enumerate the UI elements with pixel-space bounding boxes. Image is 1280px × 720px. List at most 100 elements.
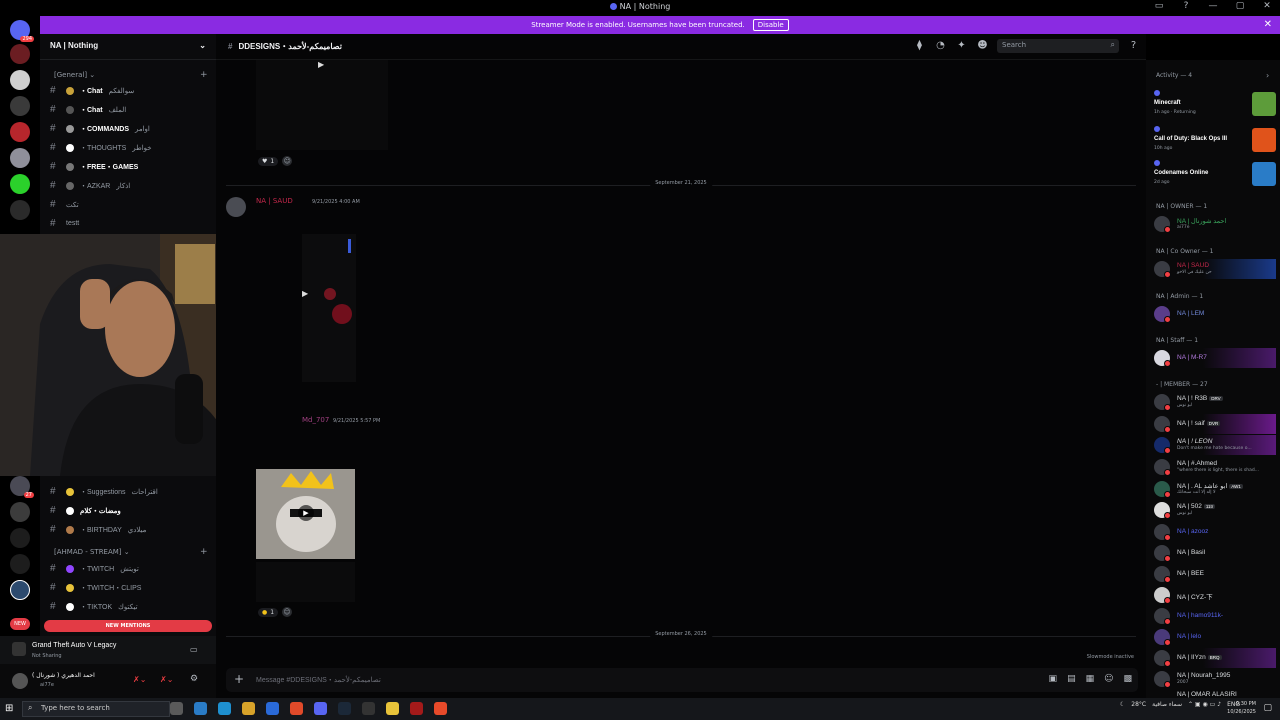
server-icon[interactable]: [10, 174, 30, 194]
member-item[interactable]: NA | 502 11tr ابو نوس: [1154, 500, 1276, 520]
edge-icon[interactable]: [218, 702, 231, 715]
app-icon[interactable]: [362, 702, 375, 715]
member-item[interactable]: NA | OMAR ALASIRI: [1154, 688, 1276, 698]
activity-card[interactable]: Codenames Online 2d ago: [1154, 160, 1276, 190]
add-channel-icon[interactable]: +: [200, 70, 208, 80]
member-item[interactable]: NA | SAUD حن عليك في الاخو: [1154, 259, 1276, 279]
message-author[interactable]: NA | SAUD: [256, 197, 293, 205]
member-item[interactable]: NA | ! saif DVR: [1154, 414, 1276, 434]
member-item[interactable]: NA | ! LEON Don't make me hate because o.…: [1154, 435, 1276, 455]
member-item[interactable]: NA | #.Ahmed "where there is light, there…: [1154, 457, 1276, 477]
channel-item[interactable]: # ・THOUGHTS خواطر: [50, 142, 152, 153]
threads-icon[interactable]: ⧫: [913, 40, 926, 53]
gif-icon[interactable]: ▤: [1067, 674, 1076, 684]
mute-icon[interactable]: ✗⌄: [133, 675, 146, 684]
activity-card[interactable]: Minecraft 1h ago · Returning: [1154, 90, 1276, 120]
task-view-icon[interactable]: [170, 702, 183, 715]
server-icon[interactable]: [10, 502, 30, 522]
member-item[interactable]: NA | hamo911k-: [1154, 606, 1276, 626]
play-icon[interactable]: ▶: [318, 60, 324, 69]
discord-icon[interactable]: [314, 702, 327, 715]
add-attachment-icon[interactable]: +: [234, 672, 244, 686]
bell-icon[interactable]: ◔: [934, 40, 947, 53]
activity-card[interactable]: Call of Duty: Black Ops III 10h ago: [1154, 126, 1276, 156]
server-icon[interactable]: [10, 96, 30, 116]
share-screen-icon[interactable]: ▭: [190, 645, 198, 654]
channel-item[interactable]: # ・Suggestions اقتراحات: [50, 486, 158, 497]
add-channel-icon[interactable]: +: [200, 547, 208, 557]
reaction-pill[interactable]: ♥ 1: [258, 156, 279, 166]
server-icon[interactable]: 27: [10, 476, 34, 498]
windows-start-icon[interactable]: ⊞: [5, 703, 13, 714]
server-icon[interactable]: [10, 70, 30, 90]
channel-item[interactable]: # ・BIRTHDAY ميلادي: [50, 524, 146, 535]
category-stream[interactable]: [AHMAD - STREAM] ⌄ +: [54, 547, 208, 557]
chevron-right-icon[interactable]: ›: [1266, 71, 1269, 80]
close-banner-icon[interactable]: ✕: [1264, 19, 1272, 30]
member-item[interactable]: NA | M-R7: [1154, 348, 1276, 368]
avatar[interactable]: [12, 673, 28, 689]
add-reaction-icon[interactable]: ☺: [282, 607, 293, 617]
store-icon[interactable]: [266, 702, 279, 715]
brave-icon[interactable]: [290, 702, 303, 715]
pin-icon[interactable]: ✦: [955, 40, 968, 53]
avatar[interactable]: [226, 197, 246, 217]
add-reaction-icon[interactable]: ☺: [282, 156, 293, 166]
member-item[interactable]: NA | BEE: [1154, 564, 1276, 584]
server-icon[interactable]: [10, 580, 30, 600]
channel-item[interactable]: # ومضات・كلام: [50, 505, 121, 516]
member-item[interactable]: NA | Basil: [1154, 543, 1276, 563]
minimize-button[interactable]: —: [1206, 1, 1220, 11]
member-item[interactable]: NA | LEM: [1154, 304, 1276, 324]
weather-icon[interactable]: ☾: [1120, 701, 1125, 708]
channel-item[interactable]: # ・FREE・GAMES: [50, 161, 138, 172]
channel-item[interactable]: # ・AZKAR اذكار: [50, 180, 130, 191]
member-item[interactable]: NA | . AL ابو عاشد AW1 لا إله إلا أنت سبحا…: [1154, 479, 1276, 499]
member-item[interactable]: NA | ! R3B DRV ابو نوس: [1154, 392, 1276, 412]
channel-item[interactable]: # ・Chat الملف: [50, 104, 126, 115]
play-icon[interactable]: ▶: [302, 289, 308, 298]
server-icon[interactable]: [10, 148, 30, 168]
server-header[interactable]: NA | Nothing ⌄: [40, 34, 216, 60]
steam-icon[interactable]: [338, 702, 351, 715]
message-input[interactable]: Message #DDESIGNS・تصاميمكم-لأحمد: [256, 675, 381, 685]
disable-streamer-button[interactable]: Disable: [752, 19, 789, 31]
apps-icon[interactable]: ▩: [1123, 674, 1132, 684]
category-general[interactable]: [General] ⌄ +: [54, 70, 208, 80]
channel-item[interactable]: # ・COMMANDS اوامر: [50, 123, 150, 134]
app-icon[interactable]: [434, 702, 447, 715]
emoji-icon[interactable]: ☺: [1104, 674, 1113, 684]
tray-icons[interactable]: ⌃ ▣ ◉ ▭ ♪: [1188, 701, 1221, 708]
message-author[interactable]: Md_707: [302, 416, 329, 424]
new-mentions-button[interactable]: NEW MENTIONS: [44, 620, 212, 632]
gear-icon[interactable]: ⚙: [190, 674, 198, 684]
gift-icon[interactable]: ▣: [1049, 674, 1058, 684]
help-icon[interactable]: ?: [1179, 1, 1193, 11]
close-button[interactable]: ✕: [1260, 1, 1274, 11]
gif-attachment[interactable]: ▶: [256, 469, 355, 559]
sticker-icon[interactable]: ▦: [1086, 674, 1095, 684]
channel-item[interactable]: # ・TWITCH・CLIPS: [50, 582, 141, 593]
activity-panel[interactable]: Grand Theft Auto V Legacy Not Sharing ▭: [0, 636, 216, 664]
search-input[interactable]: Search ⌕: [997, 39, 1119, 53]
member-item[interactable]: NA | Nourah_1995 2007: [1154, 669, 1276, 689]
member-item[interactable]: NA | احمد شورنال ai77e: [1154, 214, 1276, 234]
member-item[interactable]: NA | azooz: [1154, 522, 1276, 542]
member-item[interactable]: NA | lelo: [1154, 627, 1276, 647]
member-item[interactable]: NA | IIYzn BRQ: [1154, 648, 1276, 668]
chrome-icon[interactable]: [386, 702, 399, 715]
video-attachment[interactable]: ▶: [256, 60, 388, 150]
server-icon[interactable]: [10, 122, 30, 142]
reaction-pill[interactable]: ● 1: [258, 607, 279, 617]
channel-item[interactable]: # ・TIKTOK تيكتوك: [50, 601, 138, 612]
inbox-icon[interactable]: ▭: [1152, 1, 1166, 11]
notification-icon[interactable]: ▢: [1263, 703, 1272, 713]
new-servers-badge[interactable]: NEW: [10, 618, 30, 630]
member-item[interactable]: NA | CYZ-下: [1154, 585, 1276, 605]
channel-item[interactable]: # ・Chat سوالفكم: [50, 85, 134, 96]
server-icon[interactable]: [10, 554, 30, 574]
maximize-button[interactable]: ▢: [1233, 1, 1247, 11]
server-icon[interactable]: [10, 528, 30, 548]
file-explorer-icon[interactable]: [242, 702, 255, 715]
server-icon[interactable]: [10, 200, 30, 220]
